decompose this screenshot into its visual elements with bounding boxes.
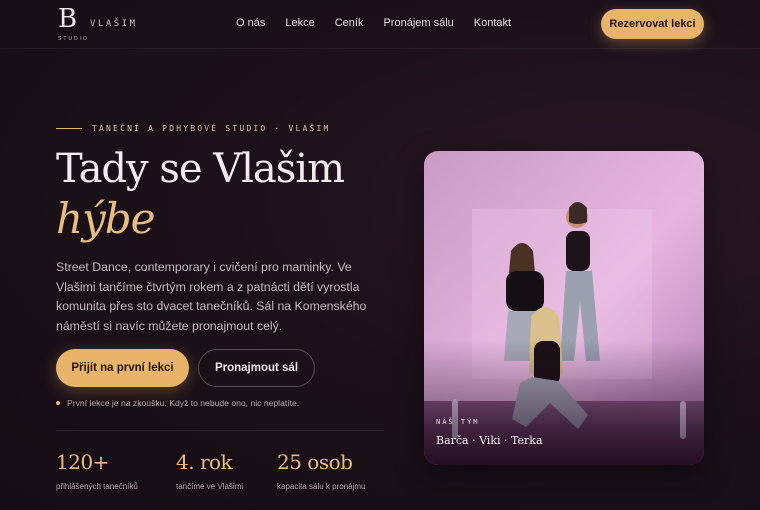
brand-name: VLAŠIM xyxy=(90,19,138,29)
rent-hall-button[interactable]: Pronajmout sál xyxy=(198,349,315,387)
hero-lead: Street Dance, contemporary i cvičení pro… xyxy=(56,260,367,333)
logo-letter: B xyxy=(58,4,78,34)
hero-eyebrow: TANEČNÍ A POHYBOVÉ STUDIO · VLAŠIM xyxy=(56,124,331,133)
nav-item-o-nas[interactable]: O nás xyxy=(236,17,265,29)
stat-value: 25 osob xyxy=(277,450,353,474)
team-photo-card: NÁŠ TÝM Barča · Viki · Terka xyxy=(424,151,704,465)
trial-note: První lekce je na zkoušku. Když to nebud… xyxy=(56,398,299,408)
divider xyxy=(56,430,384,431)
team-eyebrow: NÁŠ TÝM xyxy=(436,418,480,426)
note-dot-icon xyxy=(56,401,60,405)
trial-note-text: První lekce je na zkoušku. Když to nebud… xyxy=(67,398,300,408)
hero-title: Tady se Vlašim xyxy=(56,146,345,192)
stat-value: 4. rok xyxy=(176,450,233,474)
eyebrow-line xyxy=(56,128,82,129)
hero-title-accent: hýbe xyxy=(56,194,156,243)
eyebrow-text: TANEČNÍ A POHYBOVÉ STUDIO · VLAŠIM xyxy=(92,124,331,133)
stat-capacity: 25 osob kapacita sálu k pronájmu xyxy=(277,450,366,491)
first-lesson-button[interactable]: Přijít na první lekci xyxy=(56,349,189,387)
nav-item-pronajem[interactable]: Pronájem sálu xyxy=(383,17,453,29)
stat-value: 120+ xyxy=(56,450,109,474)
nav-item-cenik[interactable]: Ceník xyxy=(335,17,364,29)
stat-year: 4. rok tančíme ve Vlašimi xyxy=(176,450,243,491)
stat-label: přihlášených tanečníků xyxy=(56,482,138,491)
team-names: Barča · Viki · Terka xyxy=(436,434,543,447)
logo-studio-text: STUDIO xyxy=(58,36,89,42)
logo[interactable]: B STUDIO VLAŠIM xyxy=(58,6,138,44)
stat-label: tančíme ve Vlašimi xyxy=(176,482,244,491)
book-lesson-button[interactable]: Rezervovat lekci xyxy=(601,9,704,39)
site-header: B STUDIO VLAŠIM O nás Lekce Ceník Pronáj… xyxy=(0,0,760,49)
nav-item-kontakt[interactable]: Kontakt xyxy=(474,17,511,29)
main-nav: O nás Lekce Ceník Pronájem sálu Kontakt xyxy=(236,17,511,29)
stat-dancers: 120+ přihlášených tanečníků xyxy=(56,450,138,491)
nav-item-lekce[interactable]: Lekce xyxy=(285,17,314,29)
stat-label: kapacita sálu k pronájmu xyxy=(277,482,366,491)
